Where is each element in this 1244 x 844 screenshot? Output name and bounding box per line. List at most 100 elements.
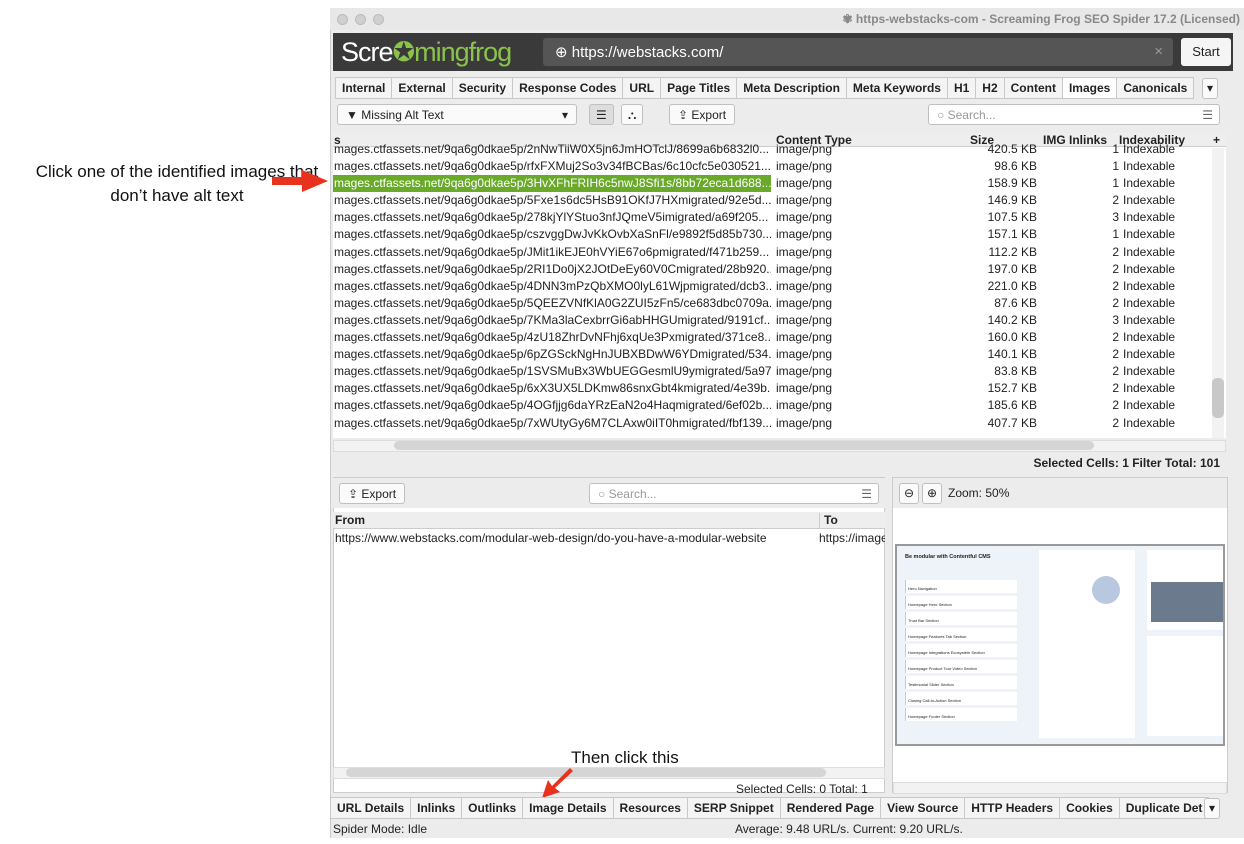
red-arrow-icon xyxy=(542,768,573,798)
zoom-window-button[interactable] xyxy=(373,14,384,25)
tab-security[interactable]: Security xyxy=(451,77,514,99)
globe-icon: ⊕ xyxy=(555,44,572,61)
bottom-tab-url-details[interactable]: URL Details xyxy=(330,797,412,819)
cell-indexability: Indexable xyxy=(1123,364,1176,379)
cell-content-type: image/png xyxy=(776,347,833,362)
tab-content[interactable]: Content xyxy=(1003,77,1063,99)
cell-content-type: image/png xyxy=(776,227,833,242)
preview-hscroll[interactable] xyxy=(893,782,1227,794)
search-options-icon: ☰ xyxy=(1202,108,1213,122)
tab-images[interactable]: Images xyxy=(1061,77,1118,99)
cell-size: 197.0 KB xyxy=(987,261,1037,276)
cell-size: 152.7 KB xyxy=(987,381,1037,396)
bottom-tab-view-source[interactable]: View Source xyxy=(880,797,966,819)
tab-response-codes[interactable]: Response Codes xyxy=(512,77,624,99)
clear-icon[interactable]: × xyxy=(1154,43,1163,60)
cell-address: mages.ctfassets.net/9qa6g0dkae5p/278kjYl… xyxy=(334,210,769,225)
table-row[interactable]: mages.ctfassets.net/9qa6g0dkae5p/4DNN3mP… xyxy=(333,278,1226,295)
table-row[interactable]: mages.ctfassets.net/9qa6g0dkae5p/6xX3UX5… xyxy=(333,380,1226,397)
preview-item: Hero Navigation xyxy=(905,580,1017,593)
table-row[interactable]: mages.ctfassets.net/9qa6g0dkae5p/4zU18Zh… xyxy=(333,329,1226,346)
table-row[interactable]: mages.ctfassets.net/9qa6g0dkae5p/7xWUtyG… xyxy=(333,415,1226,432)
cell-img-inlinks: 1 xyxy=(1112,227,1119,242)
tab-page-titles[interactable]: Page Titles xyxy=(660,77,738,99)
cell-size: 140.1 KB xyxy=(987,347,1037,362)
search-input[interactable]: ○ Search... ☰ xyxy=(928,104,1220,125)
table-row[interactable]: mages.ctfassets.net/9qa6g0dkae5p/3HvXFhF… xyxy=(333,175,1226,193)
cell-content-type: image/png xyxy=(776,415,833,430)
filter-dropdown[interactable]: ▼ Missing Alt Text ▾ xyxy=(337,104,577,125)
details-export-button[interactable]: ⇪ Export xyxy=(339,483,406,504)
zoom-out-button[interactable]: ⊖ xyxy=(899,483,920,504)
bottom-tab-image-details[interactable]: Image Details xyxy=(522,797,614,819)
details-search-input[interactable]: ○ Search... ☰ xyxy=(589,483,879,504)
bottom-tab-outlinks[interactable]: Outlinks xyxy=(461,797,524,819)
window-title: ✾ https-webstacks-com - Screaming Frog S… xyxy=(842,12,1241,26)
bottom-tab-rendered-page[interactable]: Rendered Page xyxy=(779,797,882,819)
col-to[interactable]: To xyxy=(819,513,838,529)
table-row[interactable]: mages.ctfassets.net/9qa6g0dkae5p/JMit1ik… xyxy=(333,244,1226,261)
tabs-overflow-button[interactable]: ▾ xyxy=(1202,78,1219,99)
bottom-tab-inlinks[interactable]: Inlinks xyxy=(410,797,463,819)
spider-mode: Spider Mode: Idle xyxy=(333,822,428,836)
horizontal-scrollbar[interactable] xyxy=(333,440,1226,452)
filter-icon: ▼ xyxy=(346,108,362,122)
table-row[interactable]: mages.ctfassets.net/9qa6g0dkae5p/5QEEZVN… xyxy=(333,295,1226,312)
cell-content-type: image/png xyxy=(776,244,833,259)
upload-icon: ⇪ xyxy=(348,487,362,501)
cell-indexability: Indexable xyxy=(1123,159,1176,174)
cell-address: mages.ctfassets.net/9qa6g0dkae5p/7xWUtyG… xyxy=(334,415,771,430)
cell-indexability: Indexable xyxy=(1123,261,1176,276)
close-window-button[interactable] xyxy=(337,14,348,25)
tab-meta-description[interactable]: Meta Description xyxy=(736,77,847,99)
cell-img-inlinks: 1 xyxy=(1112,142,1119,156)
table-row[interactable]: mages.ctfassets.net/9qa6g0dkae5p/278kjYl… xyxy=(333,209,1226,226)
col-from[interactable]: From xyxy=(335,513,365,527)
tree-view-button[interactable]: ⛬ xyxy=(621,104,644,125)
table-row[interactable]: mages.ctfassets.net/9qa6g0dkae5p/2nNwTii… xyxy=(333,141,1226,158)
bottom-tabs-overflow[interactable]: ▾ xyxy=(1204,798,1221,819)
bottom-tab-duplicate-det[interactable]: Duplicate Det xyxy=(1118,797,1210,819)
table-row[interactable]: mages.ctfassets.net/9qa6g0dkae5p/7KMa3la… xyxy=(333,312,1226,329)
details-hscroll[interactable] xyxy=(333,767,885,779)
cell-size: 221.0 KB xyxy=(987,278,1037,293)
vertical-scrollbar[interactable] xyxy=(1212,148,1224,438)
cell-address: mages.ctfassets.net/9qa6g0dkae5p/JMit1ik… xyxy=(334,244,770,259)
tab-canonicals[interactable]: Canonicals xyxy=(1116,77,1195,99)
table-row[interactable]: mages.ctfassets.net/9qa6g0dkae5p/4OGfjjg… xyxy=(333,397,1226,414)
zoom-in-button[interactable]: ⊕ xyxy=(922,483,943,504)
bottom-tab-resources[interactable]: Resources xyxy=(612,797,688,819)
bottom-tab-serp-snippet[interactable]: SERP Snippet xyxy=(686,797,781,819)
details-row[interactable]: https://www.webstacks.com/modular-web-de… xyxy=(335,531,885,545)
tab-h2[interactable]: H2 xyxy=(975,77,1005,99)
table-row[interactable]: mages.ctfassets.net/9qa6g0dkae5p/2RI1Do0… xyxy=(333,261,1226,278)
cell-indexability: Indexable xyxy=(1123,415,1176,430)
tab-url[interactable]: URL xyxy=(622,77,662,99)
cell-indexability: Indexable xyxy=(1123,330,1176,345)
tab-h1[interactable]: H1 xyxy=(946,77,977,99)
table-row[interactable]: mages.ctfassets.net/9qa6g0dkae5p/cszvggD… xyxy=(333,226,1226,243)
table-row[interactable]: mages.ctfassets.net/9qa6g0dkae5p/1SVSMuB… xyxy=(333,363,1226,380)
cell-indexability: Indexable xyxy=(1123,295,1176,310)
cell-img-inlinks: 2 xyxy=(1112,364,1119,379)
tab-meta-keywords[interactable]: Meta Keywords xyxy=(845,77,948,99)
tab-external[interactable]: External xyxy=(391,77,453,99)
crawl-speed: Average: 9.48 URL/s. Current: 9.20 URL/s… xyxy=(735,822,963,836)
bottom-tab-cookies[interactable]: Cookies xyxy=(1059,797,1120,819)
minimize-window-button[interactable] xyxy=(355,14,366,25)
red-arrow-icon xyxy=(272,170,328,192)
url-input[interactable]: ⊕ https://webstacks.com/× xyxy=(543,38,1173,66)
image-preview: Be modular with Contentful CMS Hero Navi… xyxy=(895,544,1225,746)
table-row[interactable]: mages.ctfassets.net/9qa6g0dkae5p/rfxFXMu… xyxy=(333,158,1226,175)
table-row[interactable]: mages.ctfassets.net/9qa6g0dkae5p/6pZGSck… xyxy=(333,346,1226,363)
cell-img-inlinks: 2 xyxy=(1112,415,1119,430)
tab-internal[interactable]: Internal xyxy=(335,77,393,99)
export-button[interactable]: ⇪ Export xyxy=(669,104,736,125)
start-button[interactable]: Start xyxy=(1181,38,1231,66)
cell-size: 87.6 KB xyxy=(994,295,1037,310)
cell-indexability: Indexable xyxy=(1123,381,1176,396)
bottom-tab-http-headers[interactable]: HTTP Headers xyxy=(964,797,1061,819)
table-row[interactable]: mages.ctfassets.net/9qa6g0dkae5p/5Fxe1s6… xyxy=(333,192,1226,209)
cell-indexability: Indexable xyxy=(1123,176,1176,191)
list-view-button[interactable]: ☰ xyxy=(589,104,614,125)
